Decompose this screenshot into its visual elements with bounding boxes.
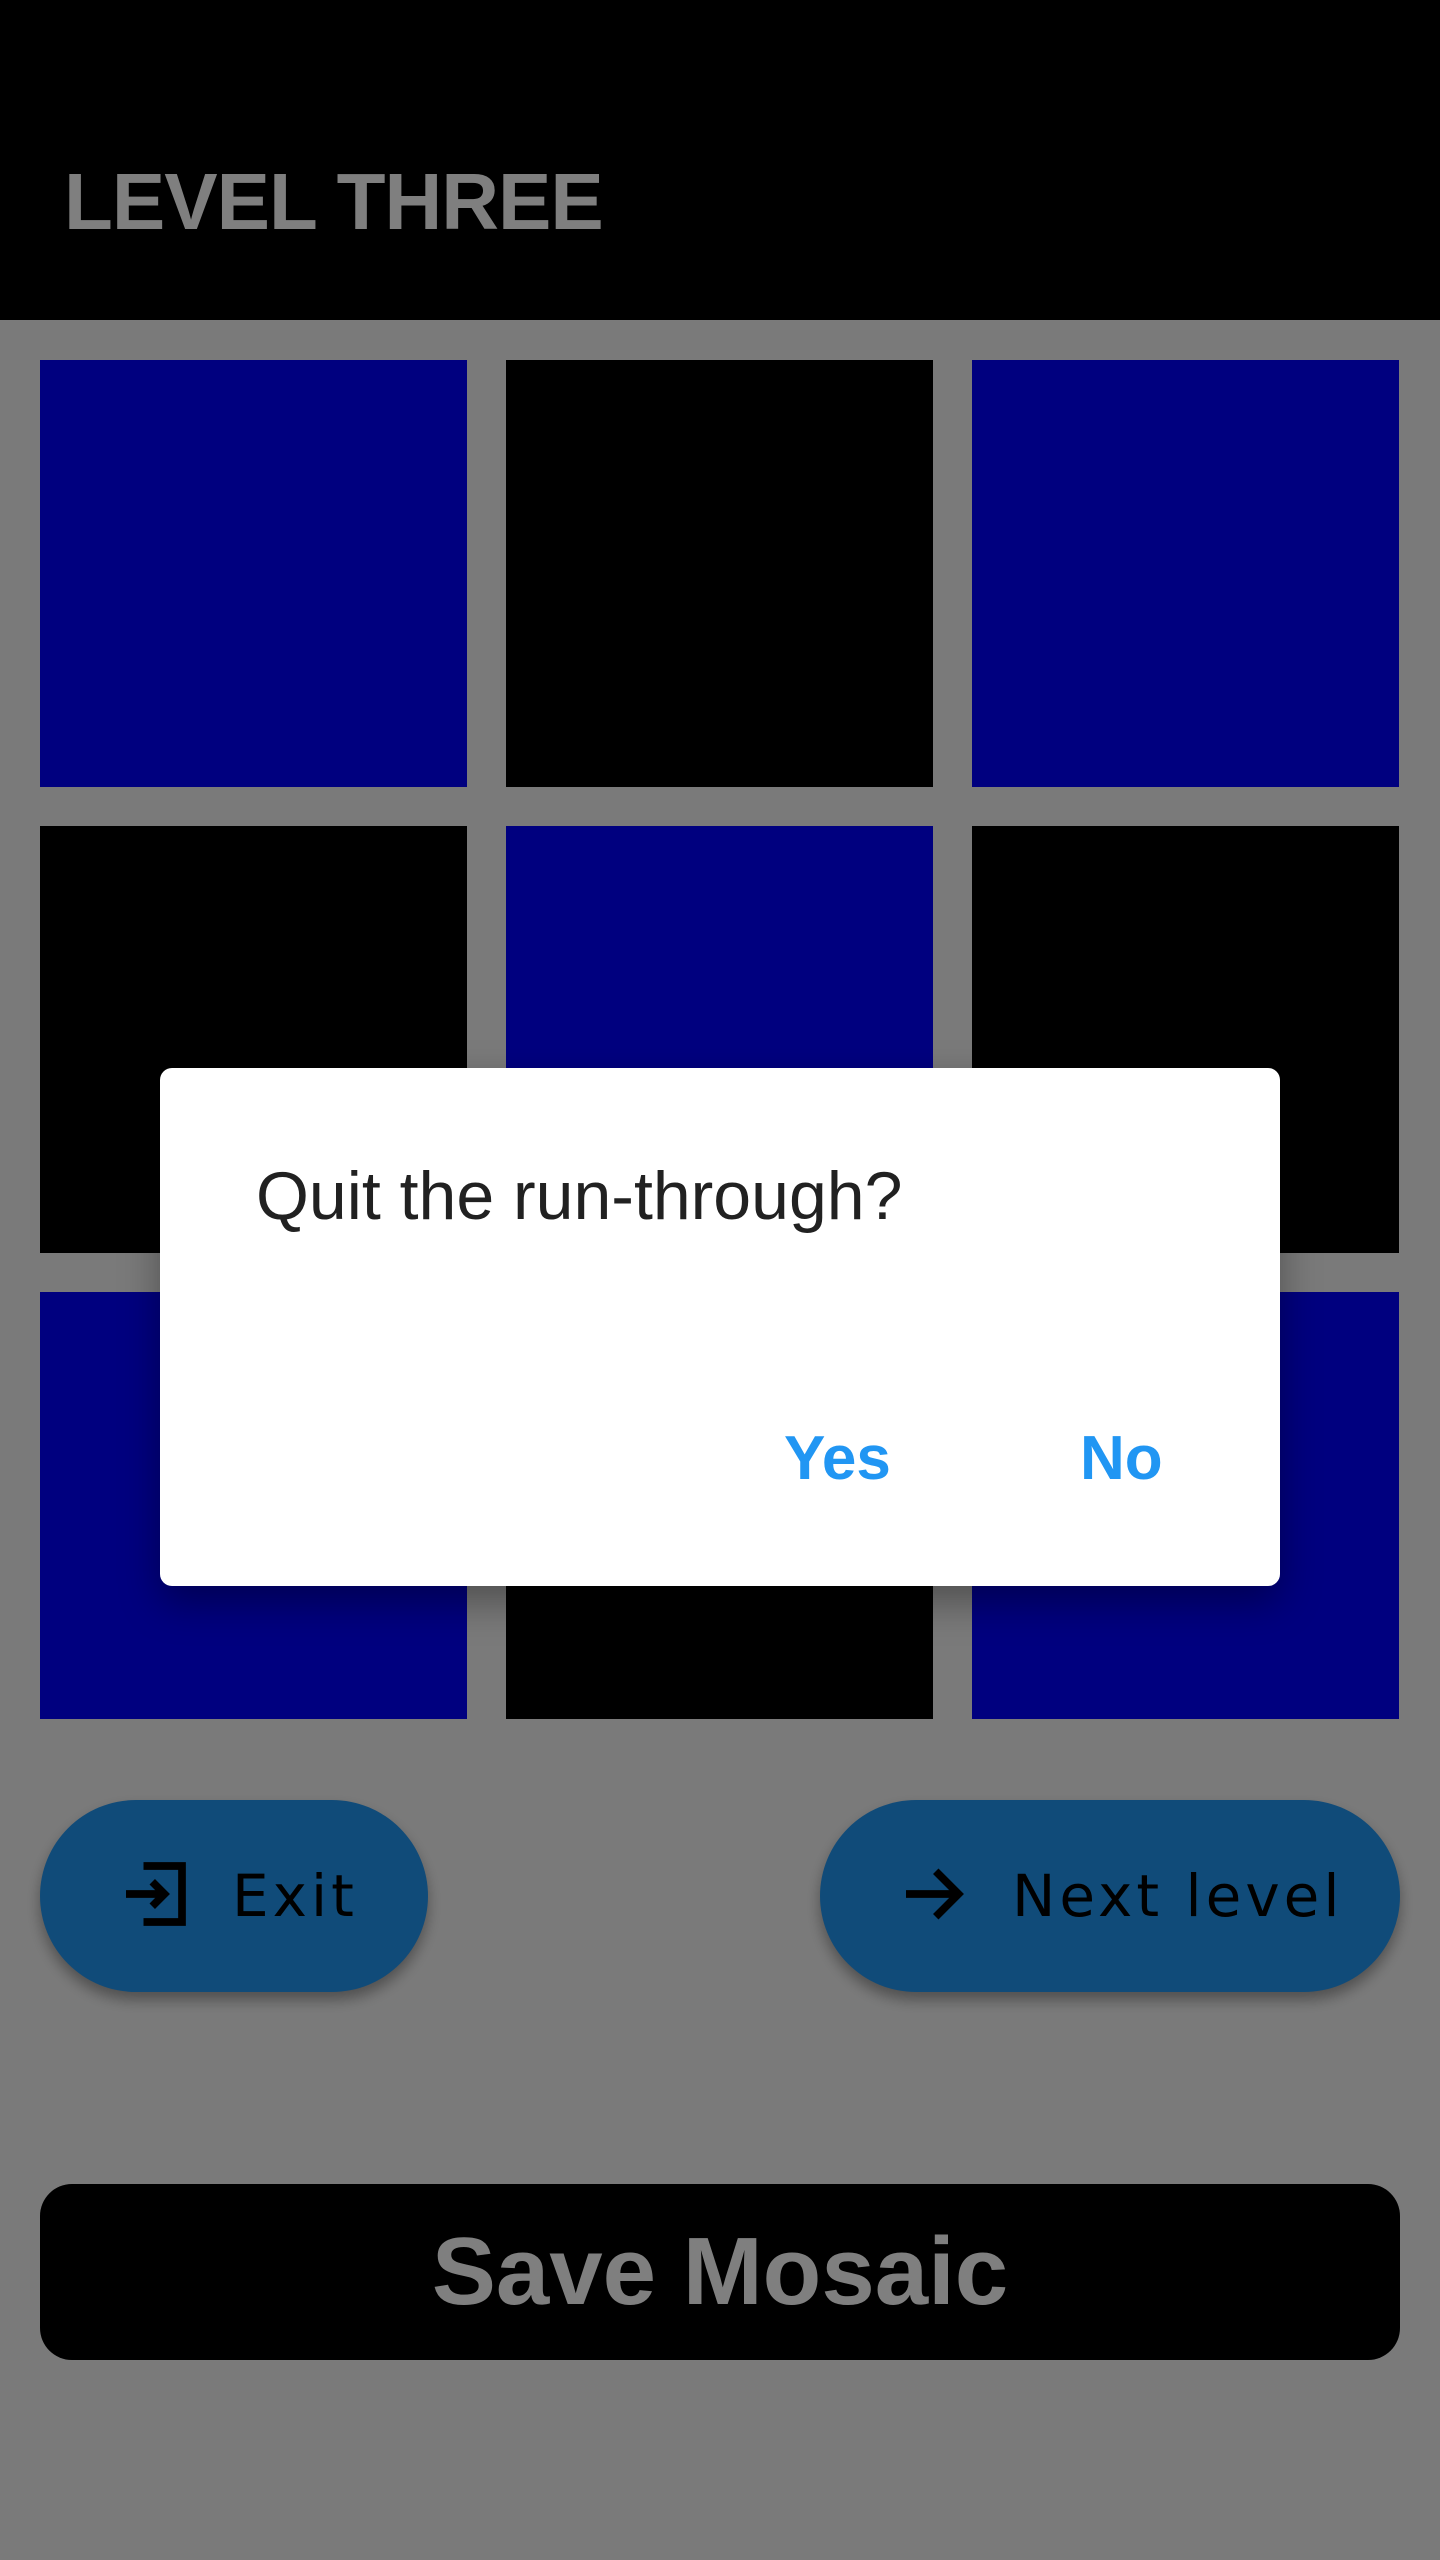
- dialog-yes-button[interactable]: Yes: [784, 1422, 891, 1496]
- dialog-title: Quit the run-through?: [256, 1158, 903, 1234]
- quit-dialog: Quit the run-through? Yes No: [160, 1068, 1280, 1586]
- dialog-no-button[interactable]: No: [1080, 1422, 1163, 1496]
